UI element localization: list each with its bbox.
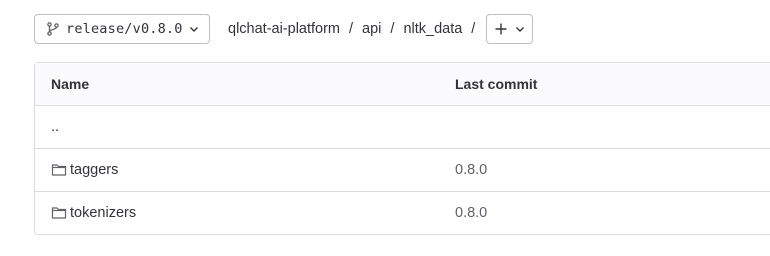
table-header-row: Name Last commit: [35, 63, 770, 105]
folder-icon: [51, 205, 67, 221]
branch-switcher-button[interactable]: release/v0.8.0: [34, 14, 210, 44]
folder-icon: [51, 162, 67, 178]
chevron-down-icon: [514, 23, 526, 35]
table-row[interactable]: taggers 0.8.0: [35, 148, 770, 191]
breadcrumb-separator: /: [471, 21, 476, 37]
breadcrumb-api[interactable]: api: [362, 21, 381, 37]
last-commit-message[interactable]: 0.8.0: [455, 205, 770, 221]
branch-icon: [46, 22, 60, 36]
column-header-last-commit: Last commit: [455, 76, 538, 92]
branch-name: release/v0.8.0: [66, 21, 183, 37]
breadcrumb-nltk-data[interactable]: nltk_data: [403, 21, 462, 37]
table-row[interactable]: tokenizers 0.8.0: [35, 191, 770, 234]
parent-directory-row[interactable]: ..: [35, 105, 770, 148]
breadcrumb-separator: /: [349, 21, 354, 37]
breadcrumb-project[interactable]: qlchat-ai-platform: [228, 21, 340, 37]
add-to-tree-button[interactable]: [486, 14, 534, 44]
folder-link-tokenizers[interactable]: tokenizers: [70, 205, 136, 221]
column-header-name: Name: [51, 76, 90, 92]
file-tree-table: Name Last commit .. taggers 0.8.0 tokeni…: [34, 62, 770, 235]
breadcrumb: qlchat-ai-platform / api / nltk_data /: [228, 21, 484, 37]
parent-directory-link[interactable]: ..: [51, 119, 59, 135]
repository-toolbar: release/v0.8.0 qlchat-ai-platform / api …: [34, 13, 534, 45]
breadcrumb-separator: /: [390, 21, 395, 37]
chevron-down-icon: [188, 23, 200, 35]
plus-icon: [494, 22, 508, 36]
last-commit-message[interactable]: 0.8.0: [455, 162, 770, 178]
repository-page: release/v0.8.0 qlchat-ai-platform / api …: [0, 0, 770, 256]
folder-link-taggers[interactable]: taggers: [70, 162, 118, 178]
